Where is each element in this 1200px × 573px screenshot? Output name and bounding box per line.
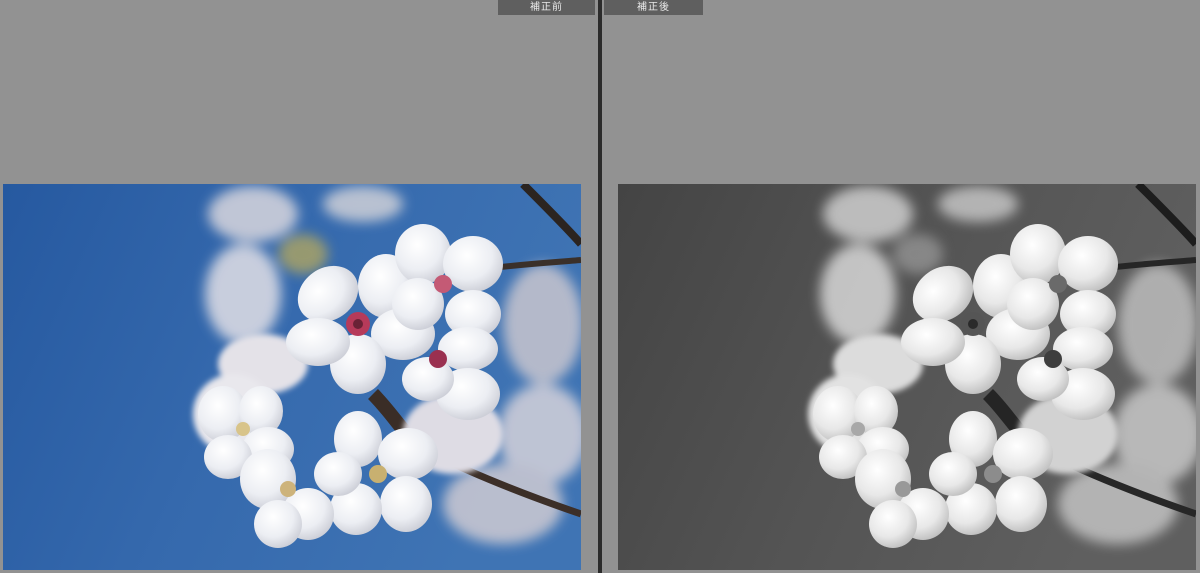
before-pane: 補正前	[0, 0, 598, 573]
after-label: 補正後	[604, 0, 703, 15]
cherry-blossom-color-image	[3, 184, 581, 570]
before-label: 補正前	[498, 0, 595, 15]
cherry-blossom-monochrome-image	[618, 184, 1196, 570]
after-pane: 補正後	[602, 0, 1200, 573]
before-photo[interactable]	[3, 184, 581, 570]
after-photo[interactable]	[618, 184, 1196, 570]
